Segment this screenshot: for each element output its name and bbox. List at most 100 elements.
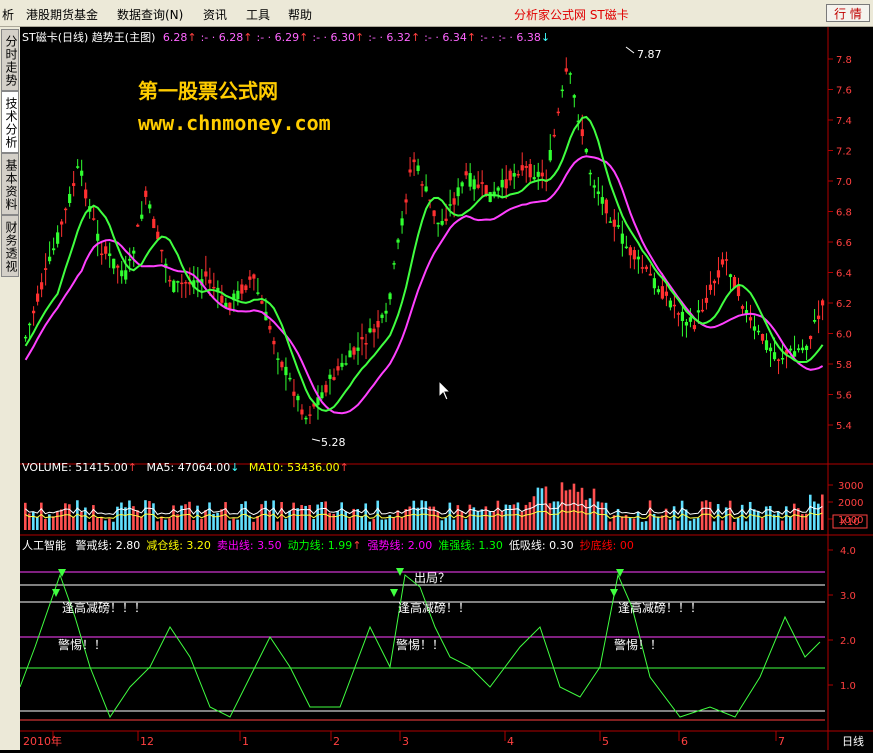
volume-bar (356, 509, 360, 530)
volume-bar (372, 518, 376, 530)
volume-bar (540, 488, 544, 530)
candle-body (648, 273, 652, 276)
candle-body (540, 172, 544, 177)
indicator-param: 警戒线: 2.80 (75, 539, 141, 552)
candle-body (284, 366, 288, 376)
candle-body (180, 282, 184, 285)
signal-arrow-icon (616, 569, 624, 577)
candle-body (36, 293, 40, 302)
volume-bar (284, 518, 287, 530)
volume-bar (444, 517, 448, 530)
candle-body (292, 391, 296, 396)
candle-body (356, 347, 360, 351)
indicator-param: 低吸线: 0.30 (508, 539, 574, 552)
candle-body (124, 270, 128, 280)
candle-body (580, 129, 584, 137)
menu-help[interactable]: 帮助 (288, 6, 312, 23)
volume-bar (732, 521, 736, 530)
candle-body (560, 89, 564, 92)
menu-hk-futures-funds[interactable]: 港股期货基金 (26, 6, 98, 23)
tab-fundamentals[interactable]: 基本资料 (1, 153, 19, 215)
candle-body (772, 352, 777, 360)
candle-body (608, 221, 612, 223)
menu-tools[interactable]: 工具 (246, 6, 270, 23)
candle-body (348, 350, 352, 358)
indicator-name: 人工智能 (22, 539, 66, 552)
volume-bar (568, 489, 572, 530)
candle-body (248, 276, 252, 280)
candle-body (320, 392, 324, 399)
menu-data-query[interactable]: 数据查询(N) (117, 6, 183, 23)
candle-body (152, 218, 156, 229)
volume-bar (476, 511, 480, 530)
volume-bar (228, 520, 231, 530)
candle-body (48, 256, 52, 262)
candle-body (528, 164, 532, 178)
candle-body (476, 184, 480, 188)
ma-value: :- · 6.29 (256, 31, 300, 44)
stock-chart[interactable]: 7.8 7.6 7.4 7.2 7.0 6.8 6.6 6.4 6.2 6.0 5.8 5.6 5.4 3… (19, 27, 873, 750)
y-tick-label: 7.0 (836, 177, 852, 188)
menu-news[interactable]: 资讯 (203, 6, 227, 23)
up-arrow-icon: ↑ (410, 31, 421, 44)
indicator-param: 减仓线: 3.20 (146, 539, 211, 552)
tab-technical-analysis[interactable]: 技术分析 (1, 91, 19, 153)
indicator-param: 抄底线: 00 (579, 539, 634, 552)
volume-bar (576, 491, 580, 530)
up-arrow-icon: ↑ (355, 31, 365, 44)
indicator-tick-label: 1.0 (840, 681, 856, 692)
candle-body (816, 315, 821, 320)
candle-body (536, 171, 540, 177)
candle-body (684, 321, 689, 326)
x-axis-label: 7 (778, 735, 785, 748)
volume-bar (56, 511, 59, 530)
volume-bar (424, 501, 428, 530)
tab-financials[interactable]: 财务透视 (1, 215, 19, 277)
volume-bar (628, 517, 632, 530)
candle-body (328, 374, 332, 379)
candle-body (24, 336, 28, 339)
volume-bar (564, 490, 568, 530)
volume-bar (600, 502, 604, 530)
signal-label-3: 逢高减磅！！！ (618, 601, 703, 615)
x-axis-label: 1 (242, 735, 249, 748)
main-panel-header: ST磁卡(日线) 趋势王(主图) 6.28↑:- · 6.28↑:- · 6.2… (22, 29, 550, 45)
candle-body (60, 221, 64, 225)
candle-body (448, 204, 452, 206)
candle-body (568, 73, 572, 75)
candle-body (436, 222, 440, 225)
candle-body (612, 219, 616, 227)
volume-bar (140, 516, 143, 530)
volume-bar (416, 507, 420, 530)
menu-analysis[interactable]: 析 (2, 6, 14, 23)
app-brand-title: 分析家公式网 ST磁卡 (514, 8, 629, 22)
candle-body (80, 170, 84, 176)
candle-body (604, 199, 608, 214)
volume-bar (596, 501, 600, 530)
warn-label-3: 警惕！！ (614, 638, 663, 652)
volume-bar (300, 504, 303, 530)
ma-value: :- · :- · 6.38 (480, 31, 541, 44)
volume-bar (796, 508, 800, 530)
up-arrow-icon: ↑ (466, 31, 477, 44)
y-tick-label: 7.4 (836, 116, 852, 127)
candle-body (464, 171, 468, 176)
candle-body (228, 302, 232, 309)
volume-bar (460, 511, 464, 530)
signal-label-2: 逢高减磅！！ (398, 601, 471, 615)
volume-bar (200, 518, 203, 530)
x-axis-label: 2 (333, 735, 340, 748)
candle-body (548, 149, 552, 161)
volume-bar (392, 517, 396, 530)
volume-bar (736, 518, 740, 530)
volume-bar (240, 503, 243, 530)
candle-body (728, 274, 733, 278)
candle-body (616, 225, 620, 227)
signal-arrow-icon (610, 589, 618, 597)
tab-intraday[interactable]: 分时走势 (1, 29, 19, 91)
ma-value: 6.28 (162, 31, 188, 44)
volume-label: VOLUME: 51415.00 (22, 461, 128, 474)
trend-line (24, 115, 824, 412)
quote-button[interactable]: 行 情 (826, 4, 870, 22)
x-axis-label: 6 (681, 735, 688, 748)
